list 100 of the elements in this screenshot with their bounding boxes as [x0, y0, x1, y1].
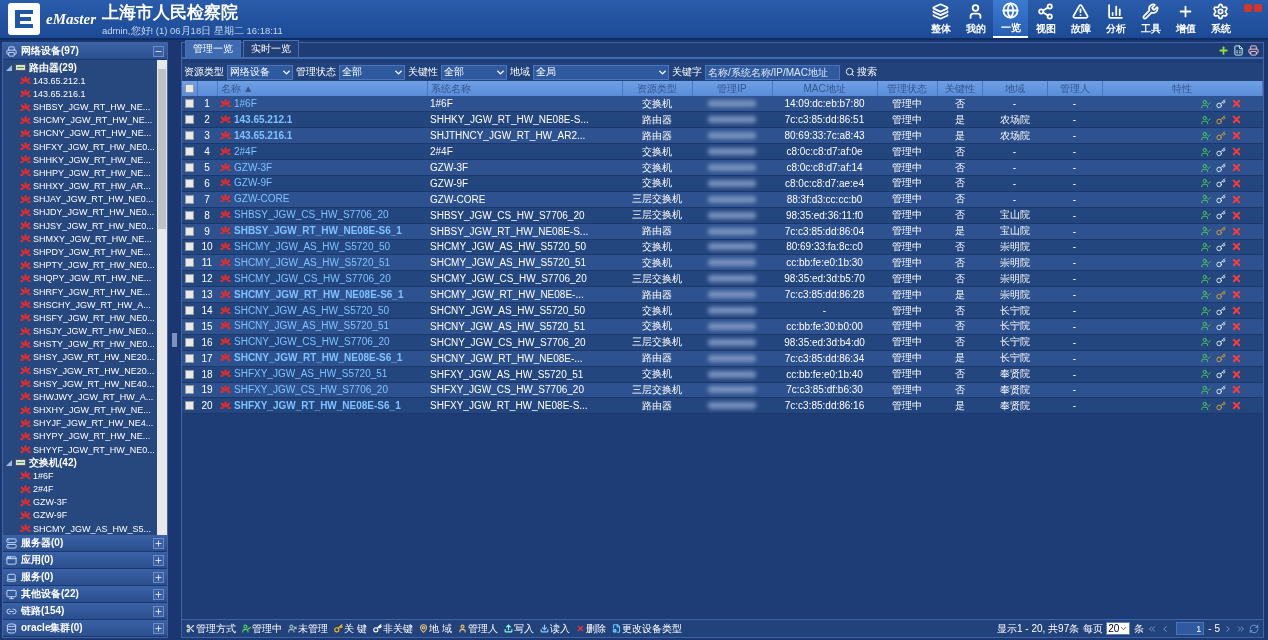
tree-item[interactable]: 143.65.216.1 — [3, 87, 157, 101]
row-checkbox[interactable] — [185, 369, 194, 379]
filter-dropdown[interactable]: 全局 — [533, 64, 669, 80]
sidebar-section-header[interactable]: 链路(154) — [3, 603, 167, 620]
toolbar-button[interactable]: 删除 — [575, 621, 606, 636]
user-check-icon[interactable] — [1200, 226, 1211, 237]
delete-icon[interactable] — [1230, 273, 1242, 285]
row-checkbox[interactable] — [185, 99, 194, 109]
tree-item[interactable]: SHXHY_JGW_RT_HW_NE... — [3, 403, 157, 417]
device-name-link[interactable]: SHCMY_JGW_AS_HW_S5720_51 — [234, 256, 391, 268]
tree-item[interactable]: SHPDY_JGW_RT_HW_NE... — [3, 245, 157, 259]
device-name-link[interactable]: SHCMY_JGW_AS_HW_S5720_50 — [234, 240, 391, 252]
tree-item[interactable]: SHJSY_JGW_RT_HW_NE0... — [3, 219, 157, 233]
tree-item[interactable]: SHSTY_JGW_RT_HW_NE0... — [3, 337, 157, 351]
device-name-link[interactable]: GZW-CORE — [234, 193, 290, 205]
tree-item[interactable]: GZW-3F — [3, 495, 157, 509]
row-checkbox[interactable] — [185, 321, 194, 331]
key-icon[interactable] — [1215, 273, 1226, 284]
device-name-link[interactable]: SHCNY_JGW_RT_HW_NE08E-S6_1 — [234, 352, 403, 364]
row-checkbox[interactable] — [185, 131, 194, 141]
user-check-icon[interactable] — [1200, 369, 1211, 380]
key-icon[interactable] — [1215, 305, 1226, 316]
device-name-link[interactable]: GZW-3F — [234, 161, 273, 173]
user-check-icon[interactable] — [1200, 146, 1211, 157]
delete-icon[interactable] — [1230, 384, 1242, 396]
user-check-icon[interactable] — [1200, 337, 1211, 348]
user-check-icon[interactable] — [1200, 210, 1211, 221]
filter-dropdown[interactable]: 网络设备 — [227, 64, 293, 80]
collapse-icon[interactable] — [153, 45, 164, 57]
delete-icon[interactable] — [1230, 209, 1242, 221]
device-name-link[interactable]: SHCNY_JGW_AS_HW_S5720_51 — [234, 320, 390, 332]
toolbar-button[interactable]: 管理中 — [242, 621, 282, 636]
user-check-icon[interactable] — [1200, 162, 1211, 173]
delete-icon[interactable] — [1230, 98, 1242, 110]
row-checkbox[interactable] — [185, 274, 194, 284]
expand-icon[interactable] — [153, 554, 164, 566]
device-name-link[interactable]: SHBSY_JGW_RT_HW_NE08E-S6_1 — [234, 225, 402, 237]
tree-item[interactable]: SHHPY_JGW_RT_HW_NE... — [3, 166, 157, 180]
device-name-link[interactable]: SHFXY_JGW_RT_HW_NE08E-S6_1 — [234, 399, 401, 411]
collapse-handle[interactable] — [172, 333, 177, 347]
device-name-link[interactable]: GZW-9F — [234, 177, 273, 189]
sidebar-section-header[interactable]: 应用(0) — [3, 552, 167, 569]
tree-item[interactable]: SHHXY_JGW_RT_HW_AR... — [3, 179, 157, 193]
tree-item[interactable]: SHCMY_JGW_AS_HW_S5... — [3, 522, 157, 535]
tree-item[interactable]: SHYYF_JGW_RT_HW_NE0... — [3, 443, 157, 457]
key-icon[interactable] — [1215, 130, 1226, 141]
tree-item[interactable]: SHSY_JGW_RT_HW_NE20... — [3, 350, 157, 364]
device-name-link[interactable]: SHBSY_JGW_CS_HW_S7706_20 — [234, 209, 389, 221]
toolbar-button[interactable]: 关 键 — [334, 621, 367, 636]
nav-button[interactable]: 增值 — [1168, 0, 1203, 38]
sidebar-section-header[interactable]: 网络设备(97) — [3, 43, 167, 60]
key-icon[interactable] — [1215, 178, 1226, 189]
delete-icon[interactable] — [1230, 225, 1242, 237]
chevron-down-icon[interactable] — [1119, 624, 1129, 633]
delete-icon[interactable] — [1230, 352, 1242, 364]
key-icon[interactable] — [1215, 321, 1226, 332]
row-checkbox[interactable] — [185, 290, 194, 300]
nav-button[interactable]: 我的 — [958, 0, 993, 38]
delete-icon[interactable] — [1230, 336, 1242, 348]
key-icon[interactable] — [1215, 194, 1226, 205]
nav-button[interactable]: 分析 — [1098, 0, 1133, 38]
key-icon[interactable] — [1215, 337, 1226, 348]
filter-dropdown[interactable]: 全部 — [441, 64, 507, 80]
row-checkbox[interactable] — [185, 385, 194, 395]
sidebar-section-header[interactable]: 服务器(0) — [3, 535, 167, 552]
printer-icon[interactable] — [1248, 44, 1259, 56]
tree-item[interactable]: SHSCHY_JGW_RT_HW_A... — [3, 298, 157, 312]
delete-icon[interactable] — [1230, 130, 1242, 142]
page-number-field[interactable]: 1 — [1176, 622, 1205, 635]
nav-button[interactable]: 系统 — [1203, 0, 1238, 38]
search-button[interactable]: 搜索 — [843, 65, 879, 79]
tree-item[interactable]: SHSY_JGW_RT_HW_NE20... — [3, 363, 157, 378]
key-icon[interactable] — [1215, 257, 1226, 268]
add-icon[interactable] — [1218, 44, 1229, 56]
toolbar-button[interactable]: 管理人 — [457, 621, 498, 636]
user-check-icon[interactable] — [1200, 241, 1211, 252]
nav-button[interactable]: 工具 — [1133, 0, 1168, 38]
device-name-link[interactable]: SHFXY_JGW_AS_HW_S5720_51 — [234, 368, 388, 380]
delete-icon[interactable] — [1230, 241, 1242, 253]
tree-item[interactable]: SHWJWY_JGW_RT_HW_A... — [3, 390, 157, 404]
delete-icon[interactable] — [1230, 289, 1242, 301]
delete-icon[interactable] — [1230, 162, 1242, 173]
row-checkbox[interactable] — [185, 258, 194, 268]
sidebar-section-header[interactable]: 其他设备(22) — [3, 586, 167, 603]
delete-icon[interactable] — [1230, 114, 1242, 126]
key-icon[interactable] — [1215, 289, 1226, 300]
tree-item[interactable]: SHJDY_JGW_RT_HW_NE0... — [3, 205, 157, 220]
tree-item[interactable]: SHFXY_JGW_RT_HW_NE0... — [3, 140, 157, 154]
next-page-icon[interactable] — [1223, 623, 1233, 634]
expand-icon[interactable] — [153, 622, 164, 634]
expand-icon[interactable] — [153, 588, 164, 600]
row-checkbox[interactable] — [185, 210, 194, 220]
delete-icon[interactable] — [1230, 177, 1242, 189]
tree-item[interactable]: 1#6F — [3, 469, 157, 483]
toolbar-button[interactable]: 更改设备类型 — [611, 621, 682, 636]
key-icon[interactable] — [1215, 384, 1226, 395]
device-name-link[interactable]: 1#6F — [234, 97, 257, 109]
tree-item[interactable]: SHJAY_JGW_RT_HW_NE0... — [3, 192, 157, 206]
user-check-icon[interactable] — [1200, 98, 1211, 109]
spreadsheet-icon[interactable] — [1233, 44, 1244, 56]
